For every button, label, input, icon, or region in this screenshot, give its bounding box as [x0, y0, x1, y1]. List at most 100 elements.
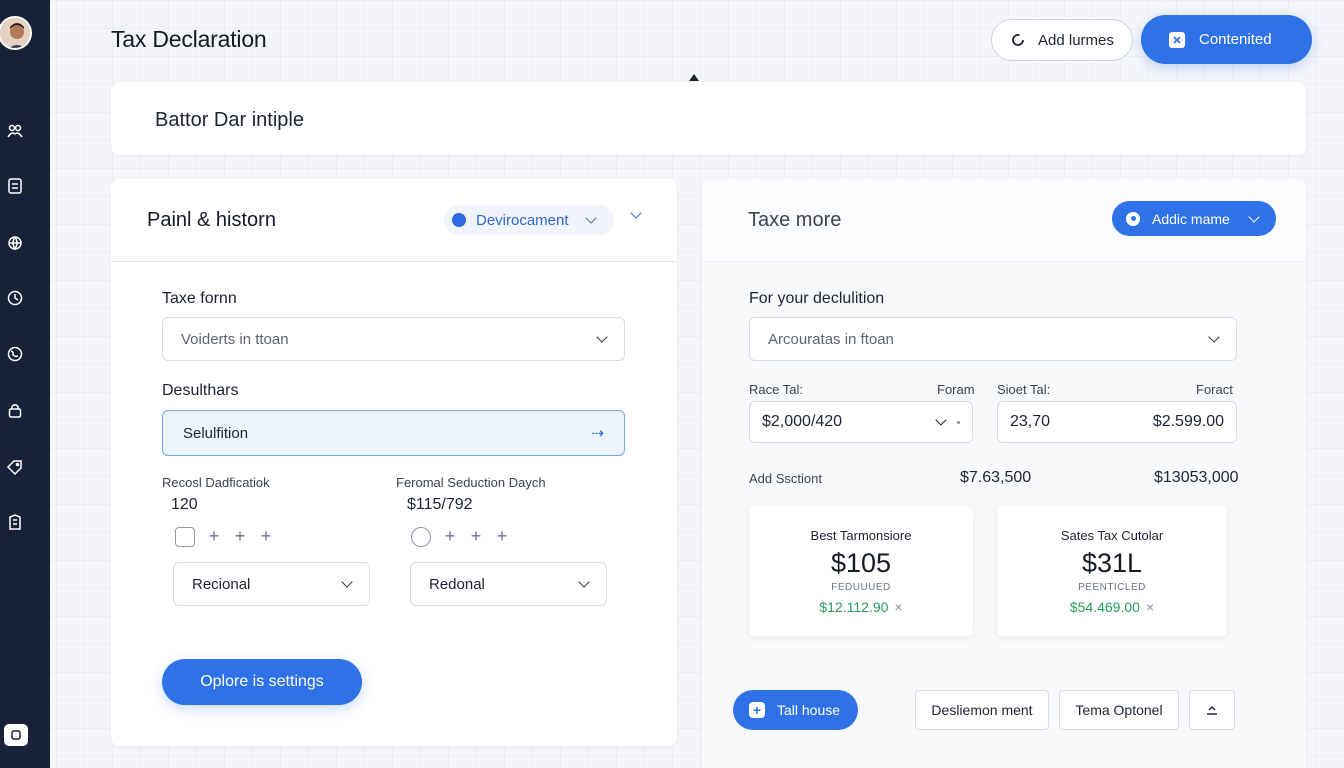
sheet-input[interactable]: 23,70 $2.599.00 — [997, 401, 1237, 443]
recent-deduction-value: 120 — [171, 496, 198, 513]
add-icon[interactable]: + — [207, 526, 221, 547]
stat-card-amount-text: $12.112.90 — [819, 599, 889, 615]
chevron-down-icon — [596, 331, 608, 343]
tax-form-label: Taxe fornn — [162, 290, 237, 307]
lock-icon[interactable] — [6, 401, 24, 419]
rate-select-value: $2,000/420 — [762, 413, 843, 430]
deductions-input-value: Selulfition — [183, 424, 249, 442]
users-icon[interactable] — [6, 122, 24, 140]
banner-card: Battor Dar intiple — [111, 82, 1306, 155]
deductions-input[interactable]: Selulfition ⇢ — [162, 410, 625, 456]
stat-card-caption: FEDUUUED — [831, 582, 891, 593]
tax-form-select[interactable]: Voiderts in ttoan — [162, 317, 625, 361]
add-icon[interactable]: + — [469, 526, 483, 547]
right-panel-header: Taxe more Addic mame — [702, 179, 1306, 262]
personal-deduction-value: $115/792 — [407, 496, 473, 513]
personal-icon-row: + + + — [411, 526, 509, 547]
sidebar-settings-button[interactable] — [4, 724, 28, 746]
environment-chip[interactable]: Devirocament — [444, 205, 614, 235]
caret-up-icon — [689, 74, 699, 81]
right-panel-title: Taxe more — [748, 209, 842, 231]
dot-icon — [957, 420, 960, 424]
chevron-down-icon — [935, 414, 947, 426]
rate-label: Race Tal: — [749, 382, 803, 397]
close-icon[interactable]: × — [1146, 599, 1154, 615]
rate-select[interactable]: $2,000/420 — [749, 401, 973, 443]
region-select-right-value: Redonal — [429, 575, 485, 593]
building-icon[interactable] — [6, 513, 24, 531]
add-section-mid-value: $7.63,500 — [960, 469, 1032, 486]
sheet-form-label: Foract — [1196, 382, 1233, 397]
deductions-label: Desulthars — [162, 382, 239, 399]
primary-action-label: Contenited — [1199, 31, 1272, 48]
settings-button[interactable]: Oplore is settings — [162, 659, 362, 705]
primary-action-button[interactable]: Contenited — [1141, 15, 1312, 64]
refresh-icon — [1012, 34, 1024, 46]
add-icon[interactable]: + — [443, 526, 457, 547]
option-button[interactable]: Tema Optonel — [1059, 690, 1179, 730]
tall-house-label: Tall house — [777, 702, 841, 718]
fingerprint-icon[interactable] — [411, 526, 431, 547]
environment-chip-label: Devirocament — [476, 211, 569, 229]
declaration-select[interactable]: Arcouratas in ftoan — [749, 317, 1237, 361]
location-pin-icon — [1126, 211, 1140, 226]
left-panel-header: Painl & historn Devirocament — [111, 179, 677, 262]
add-name-button[interactable]: Addic mame — [1112, 201, 1276, 236]
square-icon — [1169, 31, 1185, 48]
left-panel: Painl & historn Devirocament Taxe fornn … — [111, 179, 677, 746]
personal-deduction-label: Feromal Seduction Daych — [396, 475, 546, 490]
stat-card-caption: PEENTICLED — [1078, 582, 1146, 593]
close-icon[interactable]: × — [894, 599, 902, 615]
region-select-right[interactable]: Redonal — [410, 562, 607, 606]
clock-icon[interactable] — [6, 289, 24, 307]
page-title: Tax Declaration — [111, 26, 267, 52]
declaration-select-value: Arcouratas in ftoan — [768, 330, 894, 348]
region-select-left[interactable]: Recional — [173, 562, 370, 606]
recent-deduction-label: Recosl Dadficatiok — [162, 475, 270, 490]
add-icon[interactable]: + — [259, 526, 273, 547]
chevron-down-icon — [1248, 210, 1260, 223]
environment-dot-icon — [452, 213, 466, 227]
declaration-label: For your declulition — [749, 290, 885, 307]
sheet-label: Sioet Tal: — [997, 382, 1051, 397]
avatar[interactable] — [0, 16, 32, 50]
add-button[interactable]: Add lurmes — [991, 19, 1133, 61]
left-panel-title: Painl & historn — [147, 209, 276, 231]
stat-card-amount: $12.112.90 × — [749, 599, 973, 615]
tax-form-select-value: Voiderts in ttoan — [181, 330, 289, 348]
stat-card: Best Tarmonsiore $105 FEDUUUED $12.112.9… — [749, 506, 973, 636]
region-select-left-value: Recional — [192, 575, 251, 593]
stat-card-title: Sates Tax Cutolar — [1060, 528, 1164, 543]
rate-form-label: Foram — [937, 382, 975, 397]
add-icon[interactable]: + — [495, 526, 509, 547]
recent-icon-row: + + + — [175, 526, 273, 547]
add-button-label: Add lurmes — [1038, 31, 1114, 49]
sidebar — [0, 0, 50, 768]
add-section-label: Add Ssctiont — [749, 471, 822, 486]
tag-icon[interactable] — [6, 458, 24, 476]
declaration-button[interactable]: Desliemon ment — [915, 690, 1049, 730]
chevron-down-icon — [578, 576, 590, 588]
chevron-down-icon — [1208, 331, 1220, 343]
stat-card-amount: $54.469.00 × — [997, 599, 1227, 615]
chevron-down-icon — [341, 576, 353, 588]
banner-text: Battor Dar intiple — [155, 109, 304, 131]
upload-button[interactable] — [1189, 690, 1235, 730]
add-name-label: Addic mame — [1152, 210, 1230, 227]
collapse-chevron-icon[interactable] — [630, 207, 642, 219]
document-icon[interactable] — [6, 177, 24, 195]
add-icon[interactable]: + — [233, 526, 247, 547]
stat-card: Sates Tax Cutolar $31L PEENTICLED $54.46… — [997, 506, 1227, 636]
add-section-right-value: $13053,000 — [1154, 469, 1239, 486]
globe-icon[interactable] — [6, 234, 24, 252]
plus-square-icon: + — [749, 702, 765, 718]
stat-card-value: $31L — [1081, 548, 1143, 578]
sheet-input-left-value: 23,70 — [1010, 413, 1051, 430]
earth-icon[interactable] — [6, 345, 24, 363]
sheet-input-right-value: $2.599.00 — [1152, 413, 1224, 430]
upload-icon — [1207, 705, 1217, 715]
stat-card-amount-text: $54.469.00 — [1069, 599, 1140, 615]
copy-icon[interactable] — [175, 526, 195, 547]
tall-house-button[interactable]: + Tall house — [733, 690, 858, 730]
arrow-right-icon: ⇢ — [591, 425, 604, 442]
